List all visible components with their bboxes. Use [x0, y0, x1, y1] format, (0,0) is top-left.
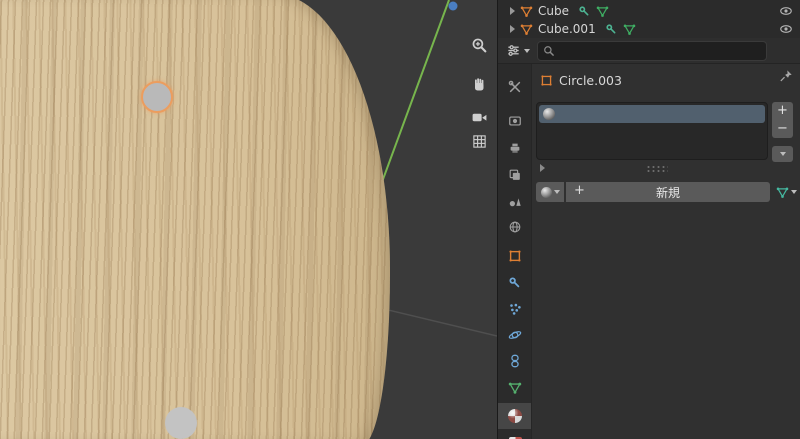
- modifier-wrench-icon: [606, 23, 616, 33]
- circle-object[interactable]: [165, 407, 197, 439]
- tab-physics[interactable]: [498, 322, 531, 348]
- object-data-icon: [508, 382, 522, 394]
- right-panel: Cube Cube.001 Circle.003 + − + 新規: [497, 0, 800, 439]
- tab-constraints[interactable]: [498, 348, 531, 374]
- slots-list-footer: [536, 160, 768, 176]
- tab-particles[interactable]: [498, 296, 531, 322]
- material-assign-row: + 新規: [536, 182, 797, 202]
- tab-material[interactable]: [498, 403, 531, 429]
- constraints-chain-icon: [511, 354, 519, 368]
- camera-view-button[interactable]: [467, 105, 491, 129]
- magnifier-zoom-icon: [472, 38, 486, 52]
- tab-object-data[interactable]: [498, 375, 531, 401]
- camera-icon: [472, 113, 486, 121]
- chevron-down-icon: [553, 190, 560, 194]
- slot-specials-button[interactable]: [772, 146, 793, 162]
- properties-tab-strip: [498, 64, 532, 439]
- plus-icon: +: [574, 183, 585, 198]
- zoom-tool-button[interactable]: [467, 33, 491, 57]
- new-material-button[interactable]: + 新規: [566, 182, 770, 202]
- view-layer-icon: [509, 169, 520, 180]
- geometry-nodes-icon: [596, 6, 609, 17]
- render-icon: [509, 116, 521, 126]
- particles-icon: [510, 303, 521, 315]
- material-sphere-icon: [543, 108, 555, 120]
- visibility-eye-icon[interactable]: [779, 22, 793, 36]
- properties-editor-icon: [508, 45, 519, 56]
- expand-triangle-icon[interactable]: [510, 25, 515, 33]
- visibility-eye-icon[interactable]: [779, 4, 793, 18]
- physics-orbit-icon: [508, 331, 522, 339]
- breadcrumb: Circle.003: [532, 68, 800, 92]
- tab-render[interactable]: [498, 108, 531, 134]
- tab-output[interactable]: [498, 135, 531, 161]
- properties-header: [498, 38, 800, 64]
- grid-icon: [472, 134, 486, 148]
- outliner-row-cube[interactable]: Cube: [498, 2, 800, 20]
- geometry-nodes-icon: [623, 24, 635, 35]
- viewport-3d[interactable]: [0, 0, 497, 439]
- editor-type-button[interactable]: [506, 43, 530, 58]
- tab-modifiers[interactable]: [498, 270, 531, 296]
- remove-slot-button[interactable]: −: [772, 120, 793, 138]
- wood-board-object[interactable]: [0, 0, 390, 439]
- orthographic-toggle-button[interactable]: [467, 129, 491, 153]
- modifier-wrench-icon: [509, 277, 520, 288]
- tool-icon: [508, 80, 521, 93]
- add-slot-button[interactable]: +: [772, 102, 793, 121]
- outliner: Cube Cube.001: [498, 0, 800, 39]
- object-name: Cube.001: [538, 22, 596, 36]
- material-sphere-icon: [508, 409, 522, 423]
- material-slots-list: [536, 102, 768, 160]
- pin-icon[interactable]: [779, 69, 793, 83]
- active-object-name: Circle.003: [559, 72, 622, 88]
- tab-texture[interactable]: [498, 430, 531, 439]
- tab-world[interactable]: [498, 214, 531, 240]
- outliner-row-cube001[interactable]: Cube.001: [498, 20, 800, 38]
- material-nodes-button[interactable]: [776, 186, 797, 199]
- object-name: Cube: [538, 4, 569, 18]
- material-sphere-icon: [540, 186, 552, 198]
- grid-floor-line: [379, 307, 497, 337]
- search-input[interactable]: [559, 43, 761, 58]
- expand-triangle-icon[interactable]: [540, 164, 545, 172]
- material-slot-selected[interactable]: [539, 105, 765, 123]
- blender-window: Cube Cube.001 Circle.003 + − + 新規: [0, 0, 800, 439]
- search-icon: [544, 45, 554, 56]
- mesh-object-icon: [520, 24, 533, 35]
- nodetree-icon: [776, 187, 789, 198]
- tab-view-layer[interactable]: [498, 162, 531, 188]
- chevron-down-icon: [524, 48, 530, 53]
- properties-search[interactable]: [537, 40, 767, 61]
- browse-material-button[interactable]: [536, 182, 564, 202]
- selected-circle-object[interactable]: [141, 81, 173, 113]
- tab-scene[interactable]: [498, 188, 531, 214]
- scene-icon: [509, 198, 521, 207]
- tab-tool[interactable]: [498, 74, 531, 100]
- printer-icon: [510, 143, 520, 153]
- tab-object[interactable]: [498, 243, 531, 269]
- chevron-down-icon: [791, 190, 797, 194]
- chevron-down-icon: [779, 152, 786, 156]
- modifier-wrench-icon: [579, 5, 589, 15]
- object-icon: [541, 74, 552, 86]
- properties-content: Circle.003 + − + 新規: [532, 64, 800, 439]
- axis-gizmo-dot[interactable]: [448, 1, 458, 11]
- hand-icon: [475, 78, 484, 91]
- mesh-object-icon: [520, 6, 533, 17]
- new-material-label: 新規: [655, 185, 680, 200]
- world-globe-icon: [509, 221, 521, 233]
- expand-triangle-icon[interactable]: [510, 7, 515, 15]
- move-view-button[interactable]: [467, 73, 491, 97]
- object-properties-icon: [509, 250, 521, 262]
- list-resize-grip[interactable]: [645, 164, 668, 172]
